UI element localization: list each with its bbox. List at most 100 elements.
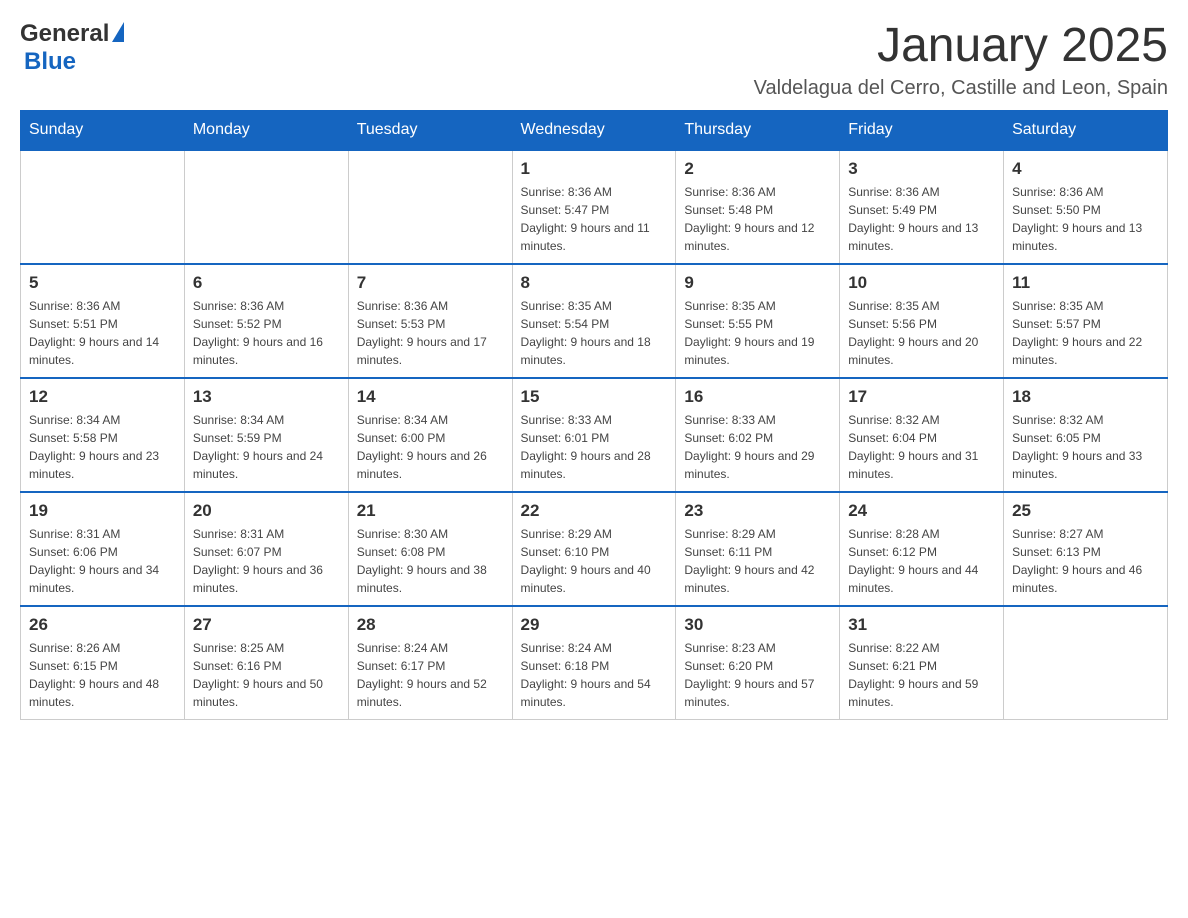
calendar-cell bbox=[348, 150, 512, 264]
header-monday: Monday bbox=[184, 110, 348, 150]
calendar-table: SundayMondayTuesdayWednesdayThursdayFrid… bbox=[20, 110, 1168, 720]
calendar-cell: 8 Sunrise: 8:35 AM Sunset: 5:54 PM Daylig… bbox=[512, 264, 676, 378]
day-number: 27 bbox=[193, 615, 340, 635]
calendar-cell bbox=[184, 150, 348, 264]
day-number: 9 bbox=[684, 273, 831, 293]
day-number: 17 bbox=[848, 387, 995, 407]
day-info: Sunrise: 8:27 AM Sunset: 6:13 PM Dayligh… bbox=[1012, 525, 1159, 597]
title-section: January 2025 Valdelagua del Cerro, Casti… bbox=[754, 20, 1168, 100]
calendar-cell: 30 Sunrise: 8:23 AM Sunset: 6:20 PM Dayli… bbox=[676, 606, 840, 720]
day-info: Sunrise: 8:35 AM Sunset: 5:54 PM Dayligh… bbox=[521, 297, 668, 369]
calendar-cell: 10 Sunrise: 8:35 AM Sunset: 5:56 PM Dayli… bbox=[840, 264, 1004, 378]
day-number: 23 bbox=[684, 501, 831, 521]
logo-triangle-icon bbox=[112, 22, 124, 42]
day-info: Sunrise: 8:36 AM Sunset: 5:52 PM Dayligh… bbox=[193, 297, 340, 369]
day-number: 2 bbox=[684, 159, 831, 179]
day-info: Sunrise: 8:36 AM Sunset: 5:51 PM Dayligh… bbox=[29, 297, 176, 369]
day-number: 16 bbox=[684, 387, 831, 407]
calendar-header-row: SundayMondayTuesdayWednesdayThursdayFrid… bbox=[21, 110, 1168, 150]
day-number: 1 bbox=[521, 159, 668, 179]
day-info: Sunrise: 8:34 AM Sunset: 5:58 PM Dayligh… bbox=[29, 411, 176, 483]
calendar-cell: 19Sunrise: 8:31 AM Sunset: 6:06 PM Dayli… bbox=[21, 492, 185, 606]
day-info: Sunrise: 8:23 AM Sunset: 6:20 PM Dayligh… bbox=[684, 639, 831, 711]
day-number: 11 bbox=[1012, 273, 1159, 293]
calendar-cell: 9Sunrise: 8:35 AM Sunset: 5:55 PM Daylig… bbox=[676, 264, 840, 378]
day-number: 3 bbox=[848, 159, 995, 179]
calendar-cell: 3Sunrise: 8:36 AM Sunset: 5:49 PM Daylig… bbox=[840, 150, 1004, 264]
day-info: Sunrise: 8:31 AM Sunset: 6:07 PM Dayligh… bbox=[193, 525, 340, 597]
day-number: 28 bbox=[357, 615, 504, 635]
day-number: 7 bbox=[357, 273, 504, 293]
logo-blue-text: Blue bbox=[24, 48, 76, 75]
calendar-cell bbox=[21, 150, 185, 264]
day-number: 29 bbox=[521, 615, 668, 635]
day-info: Sunrise: 8:35 AM Sunset: 5:56 PM Dayligh… bbox=[848, 297, 995, 369]
calendar-cell: 23 Sunrise: 8:29 AM Sunset: 6:11 PM Dayli… bbox=[676, 492, 840, 606]
week-row-5: 26Sunrise: 8:26 AM Sunset: 6:15 PM Dayli… bbox=[21, 606, 1168, 720]
calendar-cell: 14 Sunrise: 8:34 AM Sunset: 6:00 PM Dayli… bbox=[348, 378, 512, 492]
day-number: 5 bbox=[29, 273, 176, 293]
calendar-cell: 1 Sunrise: 8:36 AM Sunset: 5:47 PM Daylig… bbox=[512, 150, 676, 264]
header-thursday: Thursday bbox=[676, 110, 840, 150]
calendar-cell: 26Sunrise: 8:26 AM Sunset: 6:15 PM Dayli… bbox=[21, 606, 185, 720]
day-number: 24 bbox=[848, 501, 995, 521]
calendar-cell: 18 Sunrise: 8:32 AM Sunset: 6:05 PM Dayli… bbox=[1004, 378, 1168, 492]
calendar-cell: 5 Sunrise: 8:36 AM Sunset: 5:51 PM Daylig… bbox=[21, 264, 185, 378]
header-friday: Friday bbox=[840, 110, 1004, 150]
header-sunday: Sunday bbox=[21, 110, 185, 150]
calendar-cell: 27Sunrise: 8:25 AM Sunset: 6:16 PM Dayli… bbox=[184, 606, 348, 720]
header-wednesday: Wednesday bbox=[512, 110, 676, 150]
calendar-cell: 25 Sunrise: 8:27 AM Sunset: 6:13 PM Dayli… bbox=[1004, 492, 1168, 606]
calendar-cell: 11 Sunrise: 8:35 AM Sunset: 5:57 PM Dayli… bbox=[1004, 264, 1168, 378]
day-info: Sunrise: 8:24 AM Sunset: 6:17 PM Dayligh… bbox=[357, 639, 504, 711]
header-tuesday: Tuesday bbox=[348, 110, 512, 150]
day-number: 25 bbox=[1012, 501, 1159, 521]
calendar-cell: 17Sunrise: 8:32 AM Sunset: 6:04 PM Dayli… bbox=[840, 378, 1004, 492]
calendar-cell: 24 Sunrise: 8:28 AM Sunset: 6:12 PM Dayli… bbox=[840, 492, 1004, 606]
day-number: 22 bbox=[521, 501, 668, 521]
day-number: 30 bbox=[684, 615, 831, 635]
day-number: 18 bbox=[1012, 387, 1159, 407]
day-number: 26 bbox=[29, 615, 176, 635]
calendar-cell bbox=[1004, 606, 1168, 720]
week-row-1: 1 Sunrise: 8:36 AM Sunset: 5:47 PM Daylig… bbox=[21, 150, 1168, 264]
week-row-3: 12 Sunrise: 8:34 AM Sunset: 5:58 PM Dayli… bbox=[21, 378, 1168, 492]
location-title: Valdelagua del Cerro, Castille and Leon,… bbox=[754, 77, 1168, 100]
day-number: 10 bbox=[848, 273, 995, 293]
day-info: Sunrise: 8:33 AM Sunset: 6:02 PM Dayligh… bbox=[684, 411, 831, 483]
calendar-cell: 22 Sunrise: 8:29 AM Sunset: 6:10 PM Dayli… bbox=[512, 492, 676, 606]
day-number: 12 bbox=[29, 387, 176, 407]
calendar-cell: 16 Sunrise: 8:33 AM Sunset: 6:02 PM Dayli… bbox=[676, 378, 840, 492]
day-number: 4 bbox=[1012, 159, 1159, 179]
day-number: 14 bbox=[357, 387, 504, 407]
calendar-cell: 7 Sunrise: 8:36 AM Sunset: 5:53 PM Daylig… bbox=[348, 264, 512, 378]
calendar-cell: 12 Sunrise: 8:34 AM Sunset: 5:58 PM Dayli… bbox=[21, 378, 185, 492]
day-info: Sunrise: 8:28 AM Sunset: 6:12 PM Dayligh… bbox=[848, 525, 995, 597]
week-row-4: 19Sunrise: 8:31 AM Sunset: 6:06 PM Dayli… bbox=[21, 492, 1168, 606]
calendar-cell: 21Sunrise: 8:30 AM Sunset: 6:08 PM Dayli… bbox=[348, 492, 512, 606]
month-title: January 2025 bbox=[754, 20, 1168, 73]
day-info: Sunrise: 8:35 AM Sunset: 5:57 PM Dayligh… bbox=[1012, 297, 1159, 369]
header-saturday: Saturday bbox=[1004, 110, 1168, 150]
calendar-cell: 2 Sunrise: 8:36 AM Sunset: 5:48 PM Daylig… bbox=[676, 150, 840, 264]
calendar-cell: 20Sunrise: 8:31 AM Sunset: 6:07 PM Dayli… bbox=[184, 492, 348, 606]
day-info: Sunrise: 8:33 AM Sunset: 6:01 PM Dayligh… bbox=[521, 411, 668, 483]
day-info: Sunrise: 8:36 AM Sunset: 5:47 PM Dayligh… bbox=[521, 183, 668, 255]
day-info: Sunrise: 8:29 AM Sunset: 6:11 PM Dayligh… bbox=[684, 525, 831, 597]
day-info: Sunrise: 8:36 AM Sunset: 5:48 PM Dayligh… bbox=[684, 183, 831, 255]
day-info: Sunrise: 8:34 AM Sunset: 6:00 PM Dayligh… bbox=[357, 411, 504, 483]
day-info: Sunrise: 8:36 AM Sunset: 5:50 PM Dayligh… bbox=[1012, 183, 1159, 255]
day-info: Sunrise: 8:30 AM Sunset: 6:08 PM Dayligh… bbox=[357, 525, 504, 597]
day-info: Sunrise: 8:24 AM Sunset: 6:18 PM Dayligh… bbox=[521, 639, 668, 711]
calendar-cell: 13Sunrise: 8:34 AM Sunset: 5:59 PM Dayli… bbox=[184, 378, 348, 492]
day-number: 19 bbox=[29, 501, 176, 521]
logo: General Blue bbox=[20, 20, 124, 76]
day-number: 6 bbox=[193, 273, 340, 293]
day-info: Sunrise: 8:29 AM Sunset: 6:10 PM Dayligh… bbox=[521, 525, 668, 597]
day-info: Sunrise: 8:36 AM Sunset: 5:53 PM Dayligh… bbox=[357, 297, 504, 369]
day-info: Sunrise: 8:32 AM Sunset: 6:05 PM Dayligh… bbox=[1012, 411, 1159, 483]
calendar-cell: 31Sunrise: 8:22 AM Sunset: 6:21 PM Dayli… bbox=[840, 606, 1004, 720]
day-number: 8 bbox=[521, 273, 668, 293]
calendar-cell: 4 Sunrise: 8:36 AM Sunset: 5:50 PM Daylig… bbox=[1004, 150, 1168, 264]
calendar-cell: 28 Sunrise: 8:24 AM Sunset: 6:17 PM Dayli… bbox=[348, 606, 512, 720]
